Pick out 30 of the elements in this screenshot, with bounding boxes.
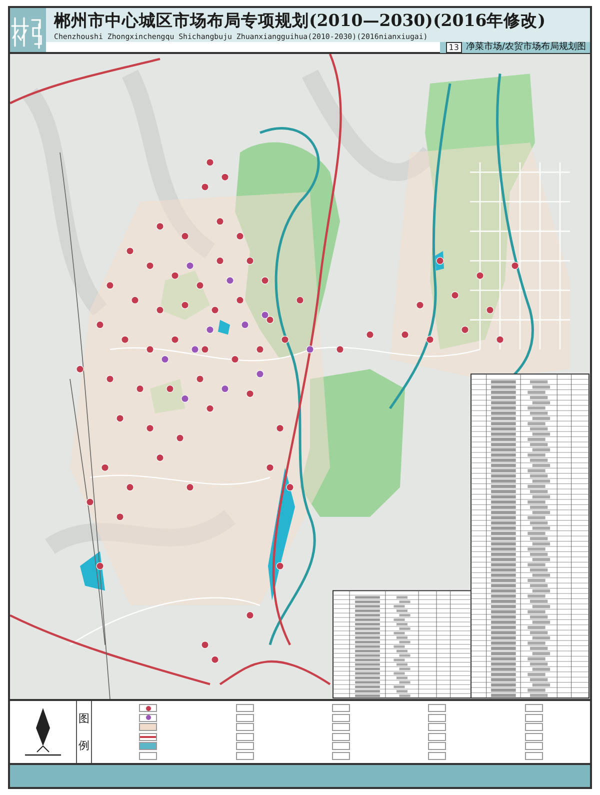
empty-legend-box (524, 732, 543, 741)
empty-legend-box (332, 742, 350, 750)
empty-legend-box (236, 742, 254, 750)
empty-legend-box (332, 704, 350, 712)
empty-legend-box (332, 752, 350, 760)
empty-legend-box (236, 752, 254, 760)
empty-legend-box (428, 704, 446, 712)
empty-legend-box (428, 742, 446, 750)
empty-legend-box (524, 723, 543, 732)
empty-legend-box (428, 723, 446, 732)
empty-legend-box (236, 714, 254, 722)
empty-legend-box (428, 752, 446, 760)
north-arrow-icon (23, 706, 63, 758)
empty-legend-box (524, 704, 543, 712)
empty-legend-box (332, 723, 350, 732)
legend-heading: 图 (78, 712, 90, 724)
empty-legend-box (524, 742, 543, 750)
empty-legend-box (236, 704, 254, 712)
map-title: 郴州市中心城区市场布局专项规划(2010—2030)(2016年修改) (54, 10, 546, 32)
empty-legend-box (524, 752, 543, 760)
empty-legend-box (524, 714, 543, 722)
sheet-number: 13 (446, 42, 462, 53)
empty-legend-box (332, 732, 350, 741)
legend-heading: 例 (78, 740, 90, 752)
empty-legend-box (332, 714, 350, 722)
sheet-title: 净菜市场/农贸市场布局规划图 (466, 42, 586, 53)
empty-legend-box (428, 714, 446, 722)
empty-legend-box (236, 732, 254, 741)
empty-legend-box (428, 732, 446, 741)
empty-legend-box (236, 723, 254, 732)
